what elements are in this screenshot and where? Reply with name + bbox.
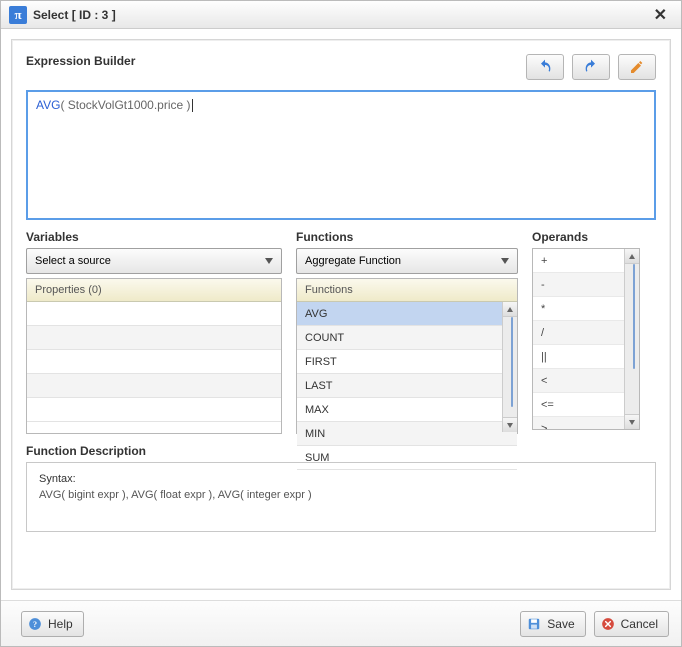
expression-function: AVG bbox=[36, 98, 60, 112]
list-item: . bbox=[27, 302, 281, 326]
operand-item[interactable]: <= bbox=[533, 393, 624, 417]
function-item[interactable]: SUM bbox=[297, 446, 517, 470]
variables-listbox: Properties (0) . . . . . bbox=[26, 278, 282, 434]
chevron-down-icon bbox=[501, 258, 509, 264]
window-title: Select [ ID : 3 ] bbox=[33, 8, 116, 22]
help-icon: ? bbox=[28, 617, 42, 631]
undo-icon bbox=[537, 59, 553, 75]
function-item[interactable]: MAX bbox=[297, 398, 517, 422]
columns-row: Variables Select a source Properties (0)… bbox=[26, 230, 656, 434]
functions-list-header: Functions bbox=[297, 279, 517, 302]
syntax-text: AVG( bigint expr ), AVG( float expr ), A… bbox=[39, 489, 643, 501]
svg-text:?: ? bbox=[33, 619, 37, 628]
main-panel: Expression Builder AVG( StockVolGt1000.p… bbox=[11, 39, 671, 590]
functions-column: Functions Aggregate Function Functions A… bbox=[296, 230, 518, 434]
variables-dropdown-text: Select a source bbox=[35, 255, 111, 267]
pencil-icon bbox=[629, 59, 645, 75]
functions-listbox: Functions AVGCOUNTFIRSTLASTMAXMINSUM bbox=[296, 278, 518, 434]
functions-items: AVGCOUNTFIRSTLASTMAXMINSUM bbox=[297, 302, 517, 470]
functions-dropdown-text: Aggregate Function bbox=[305, 255, 401, 267]
scroll-thumb[interactable] bbox=[511, 317, 513, 407]
function-item[interactable]: MIN bbox=[297, 422, 517, 446]
titlebar: π Select [ ID : 3 ] ✕ bbox=[1, 1, 681, 29]
dialog-select: π Select [ ID : 3 ] ✕ Expression Builder… bbox=[0, 0, 682, 647]
operand-item[interactable]: - bbox=[533, 273, 624, 297]
variables-column: Variables Select a source Properties (0)… bbox=[26, 230, 282, 434]
operands-column: Operands +-*/||<<=> bbox=[532, 230, 640, 430]
caret-icon bbox=[192, 99, 193, 112]
redo-icon bbox=[583, 59, 599, 75]
operand-item[interactable]: > bbox=[533, 417, 624, 429]
scroll-thumb[interactable] bbox=[633, 264, 635, 369]
save-icon bbox=[527, 617, 541, 631]
builder-header-row: Expression Builder bbox=[26, 54, 656, 80]
operands-listbox: +-*/||<<=> bbox=[532, 248, 640, 430]
operands-scrollbar[interactable] bbox=[624, 249, 639, 429]
variables-items: . . . . . bbox=[27, 302, 281, 422]
dialog-body: Expression Builder AVG( StockVolGt1000.p… bbox=[1, 29, 681, 600]
function-description-box: Syntax: AVG( bigint expr ), AVG( float e… bbox=[26, 462, 656, 532]
expression-builder-label: Expression Builder bbox=[26, 54, 518, 68]
scroll-up-icon[interactable] bbox=[503, 302, 517, 317]
scroll-up-icon[interactable] bbox=[625, 249, 639, 264]
dialog-footer: ? Help Save Cancel bbox=[1, 600, 681, 646]
list-item: . bbox=[27, 374, 281, 398]
redo-button[interactable] bbox=[572, 54, 610, 80]
operands-label: Operands bbox=[532, 230, 640, 244]
list-item: . bbox=[27, 398, 281, 422]
operand-item[interactable]: || bbox=[533, 345, 624, 369]
variables-label: Variables bbox=[26, 230, 282, 244]
cancel-icon bbox=[601, 617, 615, 631]
save-button[interactable]: Save bbox=[520, 611, 585, 637]
operand-item[interactable]: < bbox=[533, 369, 624, 393]
function-item[interactable]: COUNT bbox=[297, 326, 517, 350]
operand-item[interactable]: + bbox=[533, 249, 624, 273]
edit-button[interactable] bbox=[618, 54, 656, 80]
functions-category-dropdown[interactable]: Aggregate Function bbox=[296, 248, 518, 274]
operands-items: +-*/||<<=> bbox=[533, 249, 624, 429]
function-item[interactable]: LAST bbox=[297, 374, 517, 398]
cancel-label: Cancel bbox=[621, 617, 658, 631]
functions-label: Functions bbox=[296, 230, 518, 244]
close-icon[interactable]: ✕ bbox=[648, 3, 673, 27]
scroll-down-icon[interactable] bbox=[503, 417, 517, 432]
undo-button[interactable] bbox=[526, 54, 564, 80]
expression-argument: ( StockVolGt1000.price ) bbox=[60, 98, 190, 112]
variables-list-header: Properties (0) bbox=[27, 279, 281, 302]
functions-scrollbar[interactable] bbox=[502, 302, 517, 432]
pi-icon: π bbox=[9, 6, 27, 24]
help-label: Help bbox=[48, 617, 73, 631]
list-item: . bbox=[27, 326, 281, 350]
cancel-button[interactable]: Cancel bbox=[594, 611, 669, 637]
syntax-label: Syntax: bbox=[39, 473, 643, 485]
list-item: . bbox=[27, 350, 281, 374]
function-item[interactable]: FIRST bbox=[297, 350, 517, 374]
operand-item[interactable]: / bbox=[533, 321, 624, 345]
function-item[interactable]: AVG bbox=[297, 302, 517, 326]
expression-input[interactable]: AVG( StockVolGt1000.price ) bbox=[26, 90, 656, 220]
help-button[interactable]: ? Help bbox=[21, 611, 84, 637]
operand-item[interactable]: * bbox=[533, 297, 624, 321]
chevron-down-icon bbox=[265, 258, 273, 264]
save-label: Save bbox=[547, 617, 574, 631]
scroll-down-icon[interactable] bbox=[625, 414, 639, 429]
variables-source-dropdown[interactable]: Select a source bbox=[26, 248, 282, 274]
